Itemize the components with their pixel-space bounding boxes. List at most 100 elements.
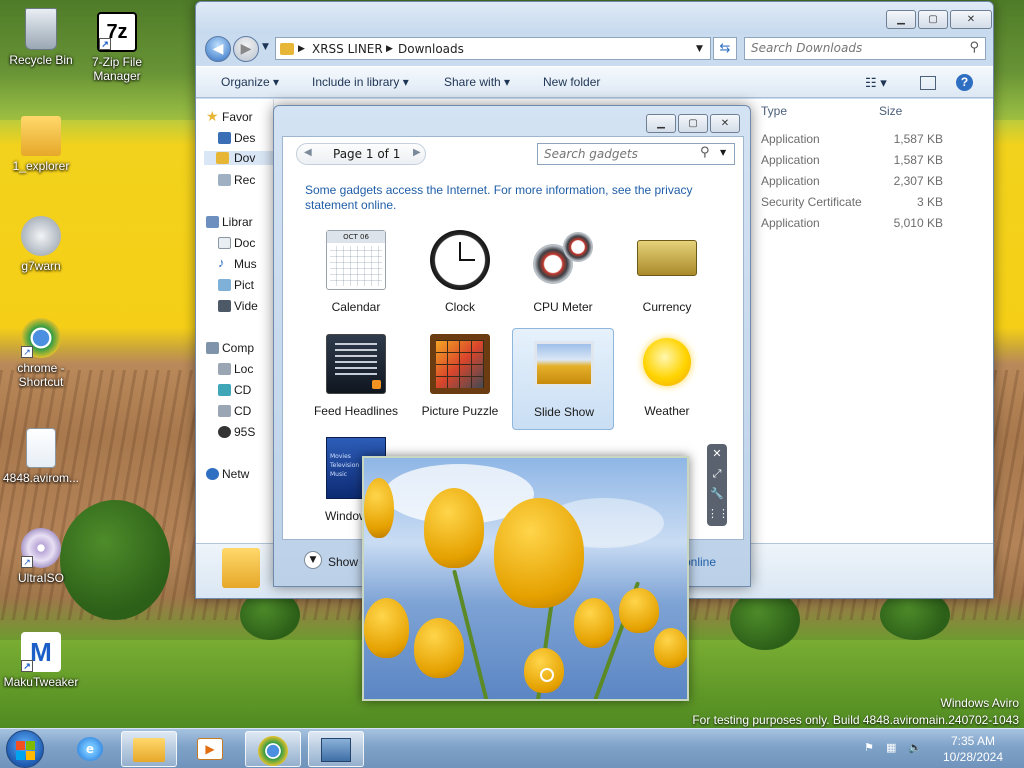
gadget-feed-headlines[interactable]: Feed Headlines [305, 328, 407, 430]
nav-music[interactable]: ♪ Mus [218, 255, 257, 271]
new-folder-button[interactable]: New folder [543, 75, 600, 89]
taskbar-internet-explorer[interactable]: e [62, 731, 118, 767]
gadget-currency[interactable]: Currency [616, 224, 718, 326]
back-button[interactable]: ◀ [205, 36, 231, 62]
nav-downloads[interactable]: Dov [204, 151, 274, 165]
larger-size-icon[interactable]: ⤢ [707, 464, 727, 484]
nav-desktop[interactable]: Des [218, 131, 256, 145]
nav-videos[interactable]: Vide [218, 299, 258, 313]
column-header-type[interactable]: Type [761, 104, 787, 118]
gadget-picture-puzzle[interactable]: Picture Puzzle [409, 328, 511, 430]
drag-gadget-icon[interactable]: ⋮⋮ [707, 504, 729, 524]
clock-time: 7:35 AM [950, 734, 996, 748]
change-view-icon[interactable]: ☷ ▾ [865, 75, 887, 91]
file-type: Application [761, 132, 820, 146]
nav-drive-95[interactable]: 95S [218, 425, 255, 439]
recent-pages-chevron-icon[interactable]: ▼ [262, 42, 269, 52]
taskbar-media-player[interactable]: ▶ [182, 731, 238, 767]
file-row[interactable]: Application 1,587 KB [761, 132, 991, 152]
slide-show-gadget[interactable] [362, 456, 689, 701]
gadget-cpu-meter[interactable]: CPU Meter [512, 224, 614, 326]
search-input[interactable] [751, 41, 951, 55]
nav-local-disk[interactable]: Loc [218, 362, 253, 376]
gadget-search-input[interactable] [544, 147, 694, 161]
breadcrumb-item[interactable]: XRSS LINER [312, 42, 383, 56]
volume-muted-icon[interactable]: 🔈 [908, 741, 924, 755]
clock-hand [459, 259, 475, 261]
recent-places-icon [218, 174, 231, 186]
desktop-icon-makutweaker[interactable]: M ↗ MakuTweaker [0, 632, 82, 689]
show-details-chevron-icon[interactable]: ▼ [304, 551, 322, 569]
preview-pane-icon[interactable] [920, 76, 936, 90]
desktop-icon-iso-file[interactable]: 4848.avirom... [0, 428, 82, 485]
file-row[interactable]: Application 2,307 KB [761, 174, 991, 194]
gadget-side-toolbar: ✕ ⤢ 🔧 ⋮⋮ [707, 444, 729, 526]
breadcrumb-separator-icon[interactable]: ▶ [386, 44, 393, 54]
close-gadget-icon[interactable]: ✕ [707, 444, 727, 464]
nav-pictures[interactable]: Pict [218, 278, 254, 292]
downloads-folder-icon [222, 548, 260, 588]
refresh-button[interactable]: ⇆ [713, 37, 737, 60]
minimize-button[interactable]: ▁ [646, 114, 676, 133]
close-button[interactable]: ✕ [710, 114, 740, 133]
action-center-flag-icon[interactable]: ⚑ [864, 741, 880, 755]
calendar-gadget-icon: OCT 06 [326, 230, 386, 290]
gadget-weather[interactable]: Weather [616, 328, 718, 430]
gadget-calendar[interactable]: OCT 06 Calendar [305, 224, 407, 326]
search-box[interactable]: ⚲ [744, 37, 986, 60]
network-icon[interactable]: ▦ [886, 741, 902, 755]
desktop-icon-7zip[interactable]: 7z ↗ 7-Zip File Manager [76, 12, 158, 83]
taskbar-windows-explorer[interactable] [121, 731, 177, 767]
desktop-icon-recycle-bin[interactable]: Recycle Bin [0, 8, 82, 67]
address-dropdown-icon[interactable]: ▼ [696, 44, 703, 54]
search-icon[interactable]: ⚲ [700, 145, 710, 160]
search-dropdown-icon[interactable]: ▼ [720, 148, 726, 157]
forward-button[interactable]: ▶ [233, 36, 259, 62]
taskbar-gadgets[interactable] [308, 731, 364, 767]
nav-cd-drive[interactable]: CD [218, 404, 251, 418]
desktop-icon-chrome[interactable]: ↗ chrome - Shortcut [0, 318, 82, 389]
nav-computer[interactable]: Comp [206, 341, 254, 355]
file-row[interactable]: Application 5,010 KB [761, 216, 991, 236]
calendar-grid [330, 246, 382, 286]
gadget-slide-show[interactable]: Slide Show [512, 328, 614, 430]
file-row[interactable]: Security Certificate 3 KB [761, 195, 991, 215]
taskbar-clock[interactable]: 7:35 AM 10/28/2024 [930, 733, 1016, 765]
next-page-icon[interactable]: ▶ [413, 147, 421, 158]
address-bar[interactable]: ▶ XRSS LINER ▶ Downloads ▼ [275, 37, 711, 60]
nav-network[interactable]: Netw [206, 467, 249, 481]
close-button[interactable]: ✕ [950, 10, 992, 29]
help-icon[interactable]: ? [956, 74, 973, 91]
privacy-notice[interactable]: Some gadgets access the Internet. For mo… [305, 183, 725, 213]
nav-label: Des [234, 131, 256, 145]
desktop-icon-g7warn[interactable]: g7warn [0, 216, 82, 273]
star-icon: ★ [206, 108, 219, 124]
maximize-button[interactable]: ▢ [678, 114, 708, 133]
start-button[interactable] [6, 730, 44, 768]
desktop-icon-ultraiso[interactable]: ↗ UltraISO [0, 528, 82, 585]
breadcrumb-item[interactable]: Downloads [398, 42, 464, 56]
options-wrench-icon[interactable]: 🔧 [707, 484, 727, 504]
nav-cd-drive[interactable]: CD [218, 383, 251, 397]
desktop-icon-explorer[interactable]: 1_explorer [0, 116, 82, 173]
share-with-menu[interactable]: Share with ▾ [444, 75, 510, 89]
nav-favorites[interactable]: ★ Favor [206, 108, 253, 124]
taskbar-chrome[interactable] [245, 731, 301, 767]
column-header-size[interactable]: Size [879, 104, 902, 118]
include-in-library-menu[interactable]: Include in library ▾ [312, 75, 409, 89]
search-icon[interactable]: ⚲ [969, 40, 979, 55]
explorer-titlebar[interactable] [196, 2, 993, 34]
file-row[interactable]: Application 1,587 KB [761, 153, 991, 173]
gadget-search-box[interactable]: ⚲ ▼ [537, 143, 735, 165]
minimize-button[interactable]: ▁ [886, 10, 916, 29]
breadcrumb-separator-icon[interactable]: ▶ [298, 44, 305, 54]
nav-recent[interactable]: Rec [218, 173, 255, 187]
previous-page-icon[interactable]: ◀ [304, 147, 312, 158]
gadget-clock[interactable]: Clock [409, 224, 511, 326]
nav-documents[interactable]: Doc [218, 236, 255, 250]
cd-drive-icon [218, 405, 231, 417]
photo-tulip [654, 628, 687, 668]
nav-libraries[interactable]: Librar [206, 215, 253, 229]
organize-menu[interactable]: Organize ▾ [221, 75, 279, 89]
maximize-button[interactable]: ▢ [918, 10, 948, 29]
